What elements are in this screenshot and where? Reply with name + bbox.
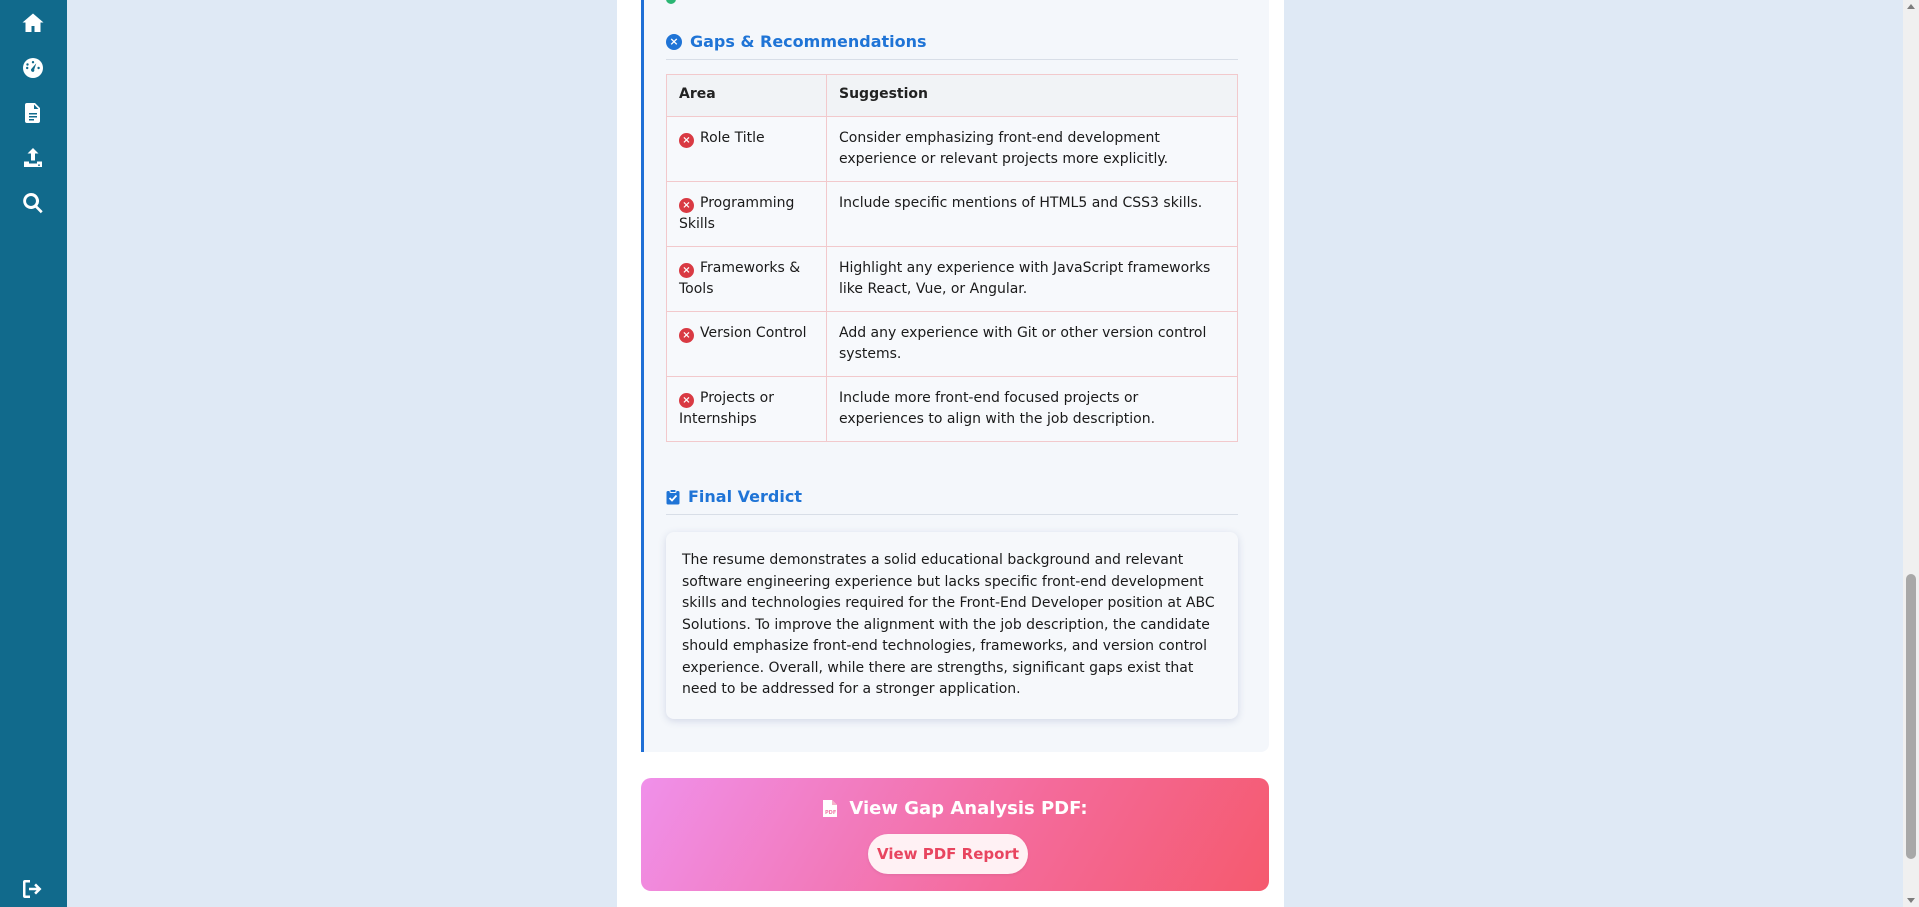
table-row: × Version Control Add any experience with… [666,311,1238,377]
error-icon: × [679,133,694,148]
pdf-file-icon: PDF [823,800,838,817]
sidebar [0,0,67,907]
error-icon: × [679,393,694,408]
area-cell: × Frameworks & Tools [666,246,827,312]
gaps-table: Area Suggestion × Role Title Consider emp… [666,74,1238,442]
area-label: Frameworks & Tools [679,260,801,297]
column-header-area: Area [666,74,827,117]
suggestion-cell: Include more front-end focused projects … [826,376,1238,442]
analysis-section: × Gaps & Recommendations Area Suggestion… [641,0,1269,752]
pdf-title-text: View Gap Analysis PDF: [849,798,1088,819]
gaps-title: Gaps & Recommendations [690,32,927,51]
scroll-thumb[interactable] [1906,574,1916,859]
area-label: Projects or Internships [679,390,774,427]
clipboard-check-icon [666,488,680,504]
scrollbar[interactable] [1903,0,1919,907]
scroll-up-arrow-icon[interactable] [1907,4,1915,9]
suggestion-cell: Add any experience with Git or other ver… [826,311,1238,377]
home-icon[interactable] [19,9,47,37]
table-row: × Role Title Consider emphasizing front-e… [666,116,1238,182]
svg-text:PDF: PDF [825,810,836,816]
table-row: × Programming Skills Include specific men… [666,181,1238,247]
scroll-down-arrow-icon[interactable] [1907,898,1915,903]
suggestion-cell: Consider emphasizing front-end developme… [826,116,1238,182]
dashboard-icon[interactable] [19,54,47,82]
table-row: × Frameworks & Tools Highlight any experi… [666,246,1238,312]
error-icon: × [679,263,694,278]
document-icon[interactable] [19,99,47,127]
area-cell: × Programming Skills [666,181,827,247]
area-cell: × Projects or Internships [666,376,827,442]
area-cell: × Role Title [666,116,827,182]
suggestion-cell: Include specific mentions of HTML5 and C… [826,181,1238,247]
verdict-header: Final Verdict [666,487,1238,515]
table-header-row: Area Suggestion [666,74,1238,117]
area-label: Programming Skills [679,195,795,232]
column-header-suggestion: Suggestion [826,74,1238,117]
verdict-title: Final Verdict [688,487,802,506]
analysis-card: × Gaps & Recommendations Area Suggestion… [617,0,1284,907]
suggestion-cell: Highlight any experience with JavaScript… [826,246,1238,312]
area-label: Version Control [700,325,807,341]
area-cell: × Version Control [666,311,827,377]
pdf-banner: PDF View Gap Analysis PDF: View PDF Repo… [641,778,1269,891]
area-label: Role Title [700,130,765,146]
table-row: × Projects or Internships Include more fr… [666,376,1238,442]
logout-icon[interactable] [19,875,47,903]
error-icon: × [679,198,694,213]
pdf-banner-title: PDF View Gap Analysis PDF: [641,798,1269,819]
error-icon: × [679,328,694,343]
upload-icon[interactable] [19,144,47,172]
x-circle-icon: × [666,33,682,50]
check-icon [666,0,676,4]
search-icon[interactable] [19,189,47,217]
view-pdf-report-button[interactable]: View PDF Report [868,834,1028,874]
gaps-header: × Gaps & Recommendations [666,32,1238,60]
verdict-text: The resume demonstrates a solid educatio… [666,532,1238,719]
